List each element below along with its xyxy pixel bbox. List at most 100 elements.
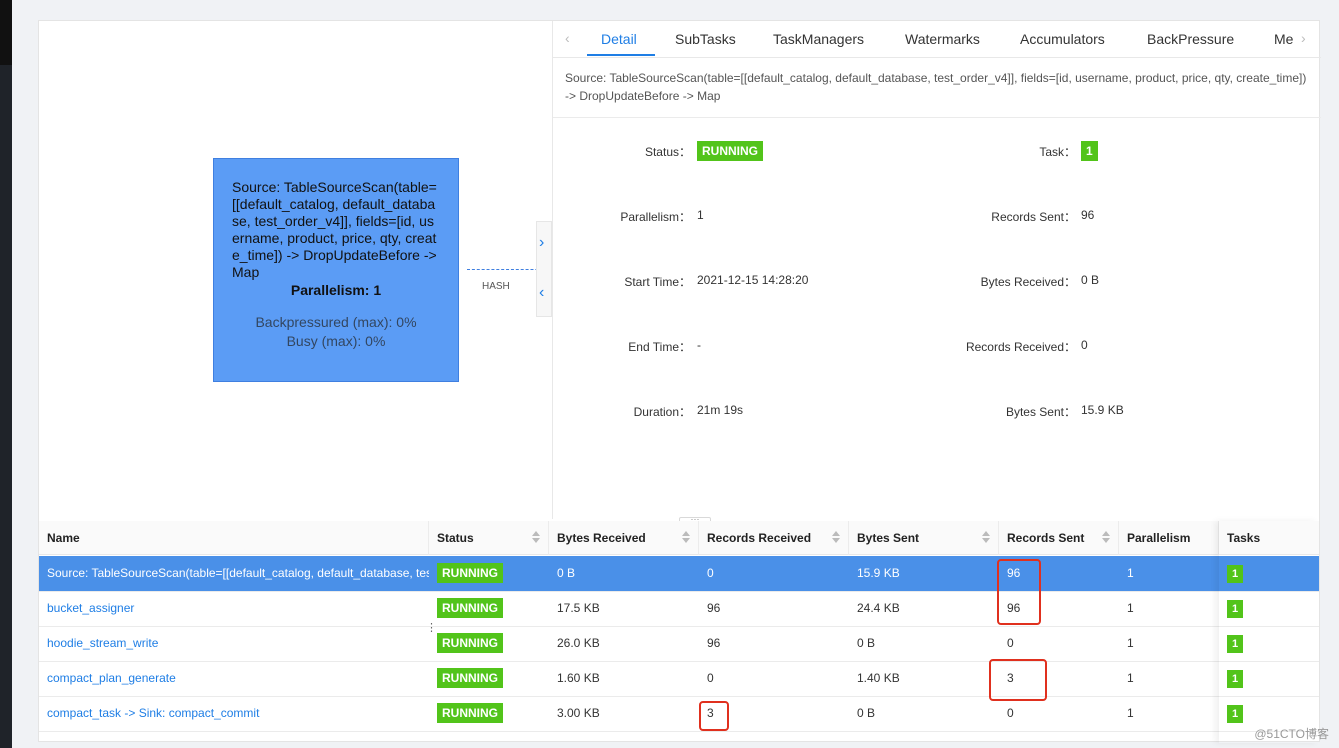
tab-active-indicator bbox=[587, 54, 655, 56]
column-header-bytes-received-label: Bytes Received bbox=[557, 531, 646, 545]
tabs-next-icon[interactable]: › bbox=[1301, 30, 1306, 46]
left-dark-strip-top bbox=[0, 0, 12, 65]
field-parallelism-label: Parallelism： bbox=[620, 210, 691, 224]
column-header-name-label: Name bbox=[47, 531, 80, 545]
column-header-bytes-received[interactable]: Bytes Received bbox=[549, 521, 699, 555]
field-records-sent-value: 96 bbox=[1081, 208, 1095, 222]
status-badge: RUNNING bbox=[697, 141, 763, 161]
cell-parallelism: 1 bbox=[1127, 566, 1134, 580]
highlight-records-received bbox=[699, 701, 729, 731]
vertex-name: Source: TableSourceScan(table=[[default_… bbox=[565, 71, 1307, 103]
table-row[interactable]: Source: TableSourceScan(table=[[default_… bbox=[39, 556, 1319, 592]
cell-tasks: 1 bbox=[1219, 591, 1319, 626]
job-panel: Source: TableSourceScan(table=[[default_… bbox=[38, 20, 1321, 742]
field-bytes-received-value: 0 B bbox=[1081, 273, 1100, 287]
job-graph[interactable]: Source: TableSourceScan(table=[[default_… bbox=[39, 21, 553, 519]
cell-records-sent: 0 bbox=[1007, 636, 1014, 650]
status-badge: RUNNING bbox=[437, 668, 503, 688]
cell-parallelism: 1 bbox=[1127, 671, 1134, 685]
field-start-time-value: 2021-12-15 14:28:20 bbox=[697, 273, 809, 287]
cell-records-received: 96 bbox=[707, 636, 721, 650]
cell-status: RUNNING bbox=[429, 556, 549, 591]
cell-parallelism: 1 bbox=[1127, 706, 1134, 720]
field-status-value: RUNNING bbox=[697, 141, 763, 161]
column-header-parallelism[interactable]: Parallelism bbox=[1119, 521, 1219, 555]
graph-edge-label: HASH bbox=[482, 281, 510, 292]
column-header-tasks[interactable]: Tasks bbox=[1219, 521, 1319, 555]
tab-detail[interactable]: Detail bbox=[601, 31, 637, 47]
cell-records-received: 96 bbox=[707, 601, 721, 615]
cell-records-received: 0 bbox=[707, 566, 714, 580]
vertex-detail-panel: ‹ Detail SubTasks TaskManagers Watermark… bbox=[552, 21, 1321, 519]
tab-watermarks[interactable]: Watermarks bbox=[905, 31, 980, 47]
cell-bytes-received: 0 B bbox=[557, 566, 576, 580]
field-start-time-label: Start Time： bbox=[624, 275, 691, 289]
sort-icon[interactable] bbox=[532, 531, 540, 545]
field-task-value: 1 bbox=[1081, 141, 1098, 161]
cell-bytes-received: 3.00 KB bbox=[557, 706, 600, 720]
column-header-records-sent[interactable]: Records Sent bbox=[999, 521, 1119, 555]
graph-node-source[interactable]: Source: TableSourceScan(table=[[default_… bbox=[213, 158, 459, 382]
cell-status: RUNNING bbox=[429, 591, 549, 626]
cell-bytes-received: 17.5 KB bbox=[557, 601, 600, 615]
sort-icon[interactable] bbox=[1102, 531, 1110, 545]
column-header-name[interactable]: Name bbox=[39, 521, 429, 555]
column-header-tasks-label: Tasks bbox=[1227, 531, 1261, 545]
highlight-records-sent-top bbox=[997, 559, 1041, 625]
cell-bytes-sent: 24.4 KB bbox=[857, 601, 900, 615]
field-records-received-label: Records Received： bbox=[965, 340, 1076, 354]
column-header-bytes-sent[interactable]: Bytes Sent bbox=[849, 521, 999, 555]
tab-subtasks[interactable]: SubTasks bbox=[675, 31, 736, 47]
tab-accumulators[interactable]: Accumulators bbox=[1020, 31, 1105, 47]
column-resize-icon[interactable]: ⋮ bbox=[426, 621, 437, 634]
field-duration-label: Duration： bbox=[633, 405, 691, 419]
field-records-sent-label: Records Sent： bbox=[991, 210, 1076, 224]
cell-bytes-sent: 1.40 KB bbox=[857, 671, 900, 685]
column-header-records-received[interactable]: Records Received bbox=[699, 521, 849, 555]
tasks-badge: 1 bbox=[1227, 600, 1243, 618]
tasks-badge: 1 bbox=[1227, 705, 1243, 723]
sort-icon[interactable] bbox=[682, 531, 690, 545]
field-bytes-received-label: Bytes Received： bbox=[980, 275, 1076, 289]
field-duration-value: 21m 19s bbox=[697, 403, 744, 417]
column-header-parallelism-label: Parallelism bbox=[1127, 531, 1191, 545]
chevron-left-icon[interactable]: ‹ bbox=[539, 284, 544, 302]
cell-tasks: 1 bbox=[1219, 661, 1319, 696]
graph-node-backpressured: Backpressured (max): 0% bbox=[255, 314, 417, 330]
detail-panel-toggle[interactable]: › ‹ bbox=[536, 221, 552, 317]
cell-name[interactable]: hoodie_stream_write bbox=[39, 626, 429, 661]
cell-bytes-sent: 0 B bbox=[857, 636, 876, 650]
cell-parallelism: 1 bbox=[1127, 601, 1134, 615]
cell-bytes-received: 26.0 KB bbox=[557, 636, 600, 650]
column-header-status-label: Status bbox=[437, 531, 474, 545]
tab-metrics[interactable]: Me bbox=[1274, 31, 1293, 47]
field-end-time-value: - bbox=[697, 338, 701, 352]
field-bytes-sent-value: 15.9 KB bbox=[1081, 403, 1124, 417]
table-row[interactable]: hoodie_stream_write RUNNING 26.0 KB 96 0… bbox=[39, 626, 1319, 662]
field-end-time-label: End Time： bbox=[628, 340, 691, 354]
column-header-status[interactable]: Status bbox=[429, 521, 549, 555]
tab-backpressure[interactable]: BackPressure bbox=[1147, 31, 1234, 47]
cell-name[interactable]: compact_plan_generate bbox=[39, 661, 429, 696]
tasks-badge: 1 bbox=[1227, 565, 1243, 583]
cell-name[interactable]: compact_task -> Sink: compact_commit bbox=[39, 696, 429, 731]
cell-records-sent: 0 bbox=[1007, 706, 1014, 720]
field-bytes-sent-label: Bytes Sent： bbox=[1005, 405, 1076, 419]
tab-taskmanagers[interactable]: TaskManagers bbox=[773, 31, 864, 47]
cell-name[interactable]: bucket_assigner bbox=[39, 591, 429, 626]
table-row[interactable]: compact_task -> Sink: compact_commit RUN… bbox=[39, 696, 1319, 732]
cell-parallelism: 1 bbox=[1127, 636, 1134, 650]
table-row[interactable]: bucket_assigner RUNNING 17.5 KB 96 24.4 … bbox=[39, 591, 1319, 627]
tasks-badge: 1 bbox=[1227, 670, 1243, 688]
chevron-right-icon[interactable]: › bbox=[539, 234, 544, 252]
cell-name[interactable]: Source: TableSourceScan(table=[[default_… bbox=[39, 556, 429, 591]
table-row[interactable]: compact_plan_generate RUNNING 1.60 KB 0 … bbox=[39, 661, 1319, 697]
sort-icon[interactable] bbox=[982, 531, 990, 545]
column-header-records-received-label: Records Received bbox=[707, 531, 812, 545]
field-records-received-value: 0 bbox=[1081, 338, 1088, 352]
sort-icon[interactable] bbox=[832, 531, 840, 545]
field-parallelism-value: 1 bbox=[697, 208, 704, 222]
cell-status: RUNNING bbox=[429, 661, 549, 696]
cell-records-received: 0 bbox=[707, 671, 714, 685]
cell-tasks: 1 bbox=[1219, 626, 1319, 661]
